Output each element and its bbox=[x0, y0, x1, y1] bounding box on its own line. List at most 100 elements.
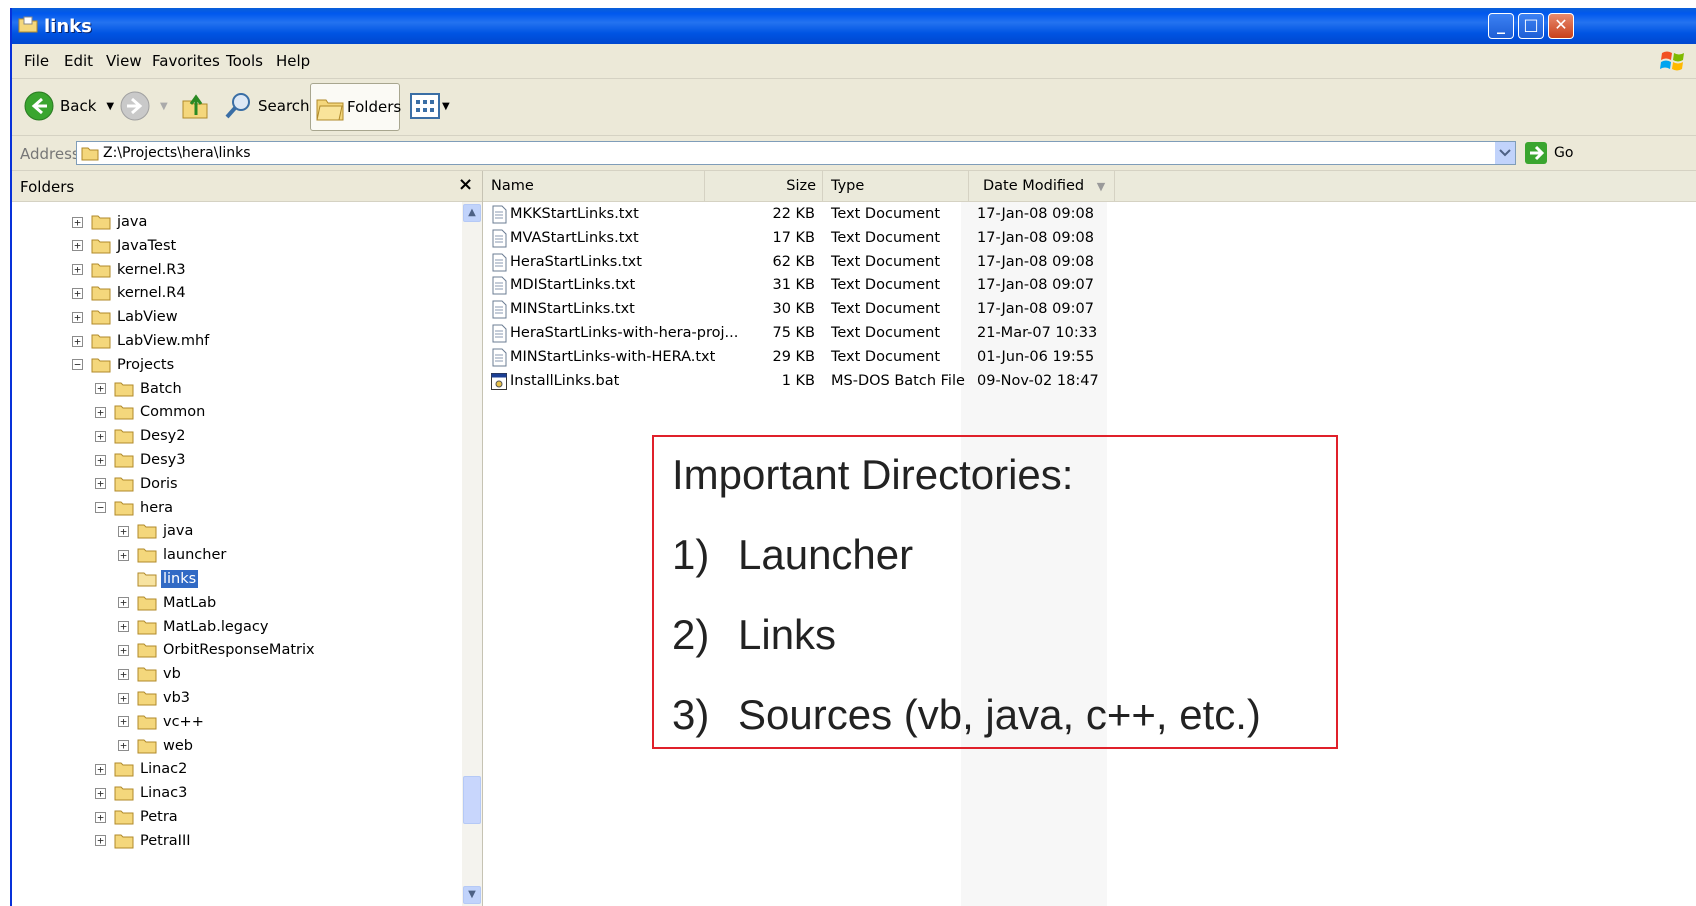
expand-icon[interactable]: + bbox=[95, 835, 106, 847]
file-date-modified: 17-Jan-08 09:07 bbox=[977, 301, 1094, 318]
scroll-thumb[interactable] bbox=[463, 776, 481, 824]
column-type[interactable]: Type bbox=[823, 171, 969, 201]
folder-icon bbox=[81, 147, 99, 161]
tree-node[interactable]: + Desy2 bbox=[95, 425, 187, 447]
file-row[interactable]: MINStartLinks-with-HERA.txt 29 KB Text Doc… bbox=[483, 347, 1123, 369]
scroll-up-icon[interactable]: ▲ bbox=[463, 204, 481, 222]
expand-icon[interactable]: + bbox=[72, 264, 83, 276]
tree-node[interactable]: + vc++ bbox=[118, 711, 206, 733]
collapse-icon[interactable]: − bbox=[72, 359, 83, 371]
expand-icon[interactable]: + bbox=[118, 621, 129, 633]
column-size[interactable]: Size bbox=[705, 171, 823, 201]
tree-node[interactable]: + Doris bbox=[95, 473, 180, 495]
tree-node[interactable]: + Linac2 bbox=[95, 758, 189, 780]
column-name[interactable]: Name bbox=[483, 171, 705, 201]
tree-node[interactable]: + launcher bbox=[118, 544, 228, 566]
tree-node[interactable]: + MatLab bbox=[118, 592, 218, 614]
folder-icon bbox=[137, 667, 157, 682]
expand-icon[interactable]: + bbox=[72, 311, 83, 323]
close-pane-icon[interactable]: × bbox=[458, 174, 473, 195]
tree-node[interactable]: + Batch bbox=[95, 378, 184, 400]
expand-icon[interactable]: + bbox=[95, 383, 106, 395]
menu-favorites[interactable]: Favorites bbox=[152, 52, 220, 70]
expand-icon[interactable]: + bbox=[118, 668, 129, 680]
back-dropdown-icon[interactable]: ▼ bbox=[106, 101, 114, 112]
expand-icon[interactable]: + bbox=[72, 216, 83, 228]
menu-help[interactable]: Help bbox=[276, 52, 310, 70]
up-folder-button[interactable] bbox=[180, 91, 210, 121]
tree-node[interactable]: + java bbox=[72, 211, 149, 233]
tree-node[interactable]: − hera bbox=[95, 497, 175, 519]
close-button[interactable]: ✕ bbox=[1548, 13, 1574, 39]
folders-button[interactable]: Folders bbox=[310, 83, 401, 131]
expand-icon[interactable]: + bbox=[72, 240, 83, 252]
tree-node[interactable]: + java bbox=[118, 520, 195, 542]
folder-icon bbox=[137, 643, 157, 658]
tree-node[interactable]: + kernel.R3 bbox=[72, 259, 188, 281]
expand-icon[interactable]: + bbox=[118, 525, 129, 537]
tree-node[interactable]: links bbox=[118, 568, 199, 590]
expand-icon[interactable]: + bbox=[95, 787, 106, 799]
maximize-button[interactable]: □ bbox=[1518, 13, 1544, 39]
address-input[interactable]: Z:\Projects\hera\links bbox=[76, 141, 1516, 165]
expand-icon[interactable]: + bbox=[95, 478, 106, 490]
tree-node[interactable]: + LabView.mhf bbox=[72, 330, 211, 352]
views-icon bbox=[410, 93, 440, 119]
expand-icon[interactable]: + bbox=[72, 335, 83, 347]
tree-scrollbar[interactable]: ▲ ▼ bbox=[462, 202, 482, 906]
file-row[interactable]: MKKStartLinks.txt 22 KB Text Document 17-Ja… bbox=[483, 204, 1123, 226]
menu-tools[interactable]: Tools bbox=[226, 52, 263, 70]
file-row[interactable]: InstallLinks.bat 1 KB MS-DOS Batch File 09-… bbox=[483, 371, 1123, 393]
expand-icon[interactable]: + bbox=[95, 430, 106, 442]
file-row[interactable]: MDIStartLinks.txt 31 KB Text Document 17-Ja… bbox=[483, 275, 1123, 297]
tree-node[interactable]: + Desy3 bbox=[95, 449, 187, 471]
tree-node[interactable]: + Common bbox=[95, 401, 207, 423]
views-dropdown-icon[interactable]: ▼ bbox=[442, 101, 450, 112]
tree-node[interactable]: + OrbitResponseMatrix bbox=[118, 639, 317, 661]
file-row[interactable]: HeraStartLinks.txt 62 KB Text Document 17-J… bbox=[483, 252, 1123, 274]
tree-node[interactable]: + JavaTest bbox=[72, 235, 178, 257]
tree-node[interactable]: + Linac3 bbox=[95, 782, 189, 804]
file-row[interactable]: MINStartLinks.txt 30 KB Text Document 17-Ja… bbox=[483, 299, 1123, 321]
tree-node[interactable]: + PetraIII bbox=[95, 830, 193, 852]
scroll-down-icon[interactable]: ▼ bbox=[463, 886, 481, 904]
expand-icon[interactable]: + bbox=[95, 406, 106, 418]
tree-node[interactable]: − Projects bbox=[72, 354, 176, 376]
address-dropdown-button[interactable] bbox=[1495, 142, 1515, 164]
expand-icon[interactable]: + bbox=[118, 740, 129, 752]
tree-node[interactable]: + vb3 bbox=[118, 687, 192, 709]
tree-node[interactable]: + Petra bbox=[95, 806, 180, 828]
windows-logo-icon bbox=[1660, 51, 1684, 71]
expand-icon[interactable]: + bbox=[95, 811, 106, 823]
forward-dropdown-icon[interactable]: ▼ bbox=[160, 101, 168, 112]
expand-icon[interactable]: + bbox=[118, 692, 129, 704]
tree-node[interactable]: + kernel.R4 bbox=[72, 282, 188, 304]
tree-node[interactable]: + MatLab.legacy bbox=[118, 616, 270, 638]
expand-icon[interactable]: + bbox=[72, 287, 83, 299]
file-row[interactable]: MVAStartLinks.txt 17 KB Text Document 17-Ja… bbox=[483, 228, 1123, 250]
menu-file[interactable]: File bbox=[24, 52, 49, 70]
menu-view[interactable]: View bbox=[106, 52, 142, 70]
forward-button[interactable]: ▼ bbox=[120, 91, 168, 121]
tree-node[interactable]: + web bbox=[118, 735, 195, 757]
expand-icon[interactable]: + bbox=[118, 597, 129, 609]
expand-icon[interactable]: + bbox=[95, 454, 106, 466]
expand-icon[interactable]: + bbox=[118, 644, 129, 656]
collapse-icon[interactable]: − bbox=[95, 502, 106, 514]
back-button[interactable]: Back ▼ bbox=[24, 91, 114, 121]
minimize-button[interactable]: _ bbox=[1488, 13, 1514, 39]
search-button[interactable]: Search bbox=[224, 91, 310, 121]
file-type: Text Document bbox=[831, 253, 941, 270]
column-date-modified[interactable]: Date Modified ▼ bbox=[969, 171, 1115, 201]
expand-icon[interactable]: + bbox=[95, 763, 106, 775]
file-date-modified: 17-Jan-08 09:08 bbox=[977, 253, 1094, 270]
menu-edit[interactable]: Edit bbox=[64, 52, 93, 70]
views-button[interactable]: ▼ bbox=[410, 91, 450, 121]
expand-icon[interactable]: + bbox=[118, 549, 129, 561]
tree-node[interactable]: + LabView bbox=[72, 306, 180, 328]
title-bar[interactable]: links _ □ ✕ bbox=[12, 8, 1696, 44]
file-row[interactable]: HeraStartLinks-with-hera-proj... 75 KB Tex… bbox=[483, 323, 1123, 345]
expand-icon[interactable]: + bbox=[118, 716, 129, 728]
tree-node[interactable]: + vb bbox=[118, 663, 183, 685]
go-button[interactable]: Go bbox=[1524, 141, 1573, 165]
